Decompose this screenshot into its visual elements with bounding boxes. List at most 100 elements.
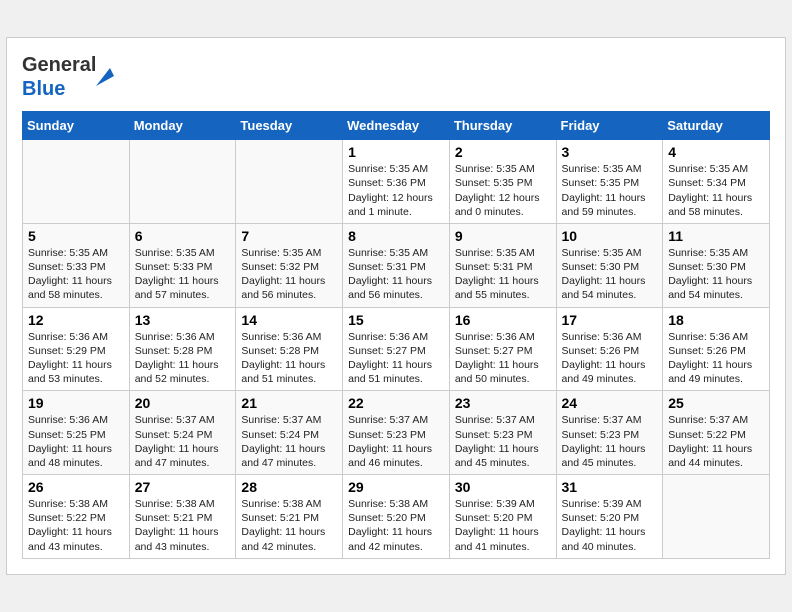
calendar-cell: 15Sunrise: 5:36 AM Sunset: 5:27 PM Dayli… (343, 307, 450, 391)
day-number: 6 (135, 228, 231, 244)
day-number: 12 (28, 312, 124, 328)
calendar-cell: 26Sunrise: 5:38 AM Sunset: 5:22 PM Dayli… (23, 475, 130, 559)
calendar-cell: 19Sunrise: 5:36 AM Sunset: 5:25 PM Dayli… (23, 391, 130, 475)
day-number: 17 (562, 312, 658, 328)
day-number: 31 (562, 479, 658, 495)
weekday-header-tuesday: Tuesday (236, 112, 343, 140)
day-info: Sunrise: 5:35 AM Sunset: 5:33 PM Dayligh… (135, 246, 231, 303)
day-number: 5 (28, 228, 124, 244)
day-number: 25 (668, 395, 764, 411)
day-info: Sunrise: 5:38 AM Sunset: 5:21 PM Dayligh… (241, 497, 337, 554)
day-info: Sunrise: 5:36 AM Sunset: 5:29 PM Dayligh… (28, 330, 124, 387)
calendar-cell (129, 140, 236, 224)
logo: GeneralBlue (22, 53, 114, 101)
day-info: Sunrise: 5:36 AM Sunset: 5:27 PM Dayligh… (455, 330, 551, 387)
weekday-header-wednesday: Wednesday (343, 112, 450, 140)
day-number: 24 (562, 395, 658, 411)
week-row-2: 12 Sunrise: 5:36 AM Sunset: 5:29 PM Dayli… (23, 307, 770, 391)
day-number: 19 (28, 395, 124, 411)
calendar-cell: 16 Sunrise: 5:36 AM Sunset: 5:27 PM Dayli… (449, 307, 556, 391)
day-number: 14 (241, 312, 337, 328)
day-info: Sunrise: 5:35 AM Sunset: 5:32 PM Dayligh… (241, 246, 337, 303)
calendar-cell: 21 Sunrise: 5:37 AM Sunset: 5:24 PM Dayli… (236, 391, 343, 475)
calendar-cell: 20 Sunrise: 5:37 AM Sunset: 5:24 PM Dayli… (129, 391, 236, 475)
day-info: Sunrise: 5:35 AM Sunset: 5:30 PM Dayligh… (668, 246, 764, 303)
week-row-3: 19Sunrise: 5:36 AM Sunset: 5:25 PM Dayli… (23, 391, 770, 475)
calendar-cell: 31 Sunrise: 5:39 AM Sunset: 5:20 PM Dayli… (556, 475, 663, 559)
day-info: Sunrise: 5:35 AM Sunset: 5:35 PM Dayligh… (562, 162, 658, 219)
calendar-cell: 2Sunrise: 5:35 AM Sunset: 5:35 PM Daylig… (449, 140, 556, 224)
day-info: Sunrise: 5:39 AM Sunset: 5:20 PM Dayligh… (562, 497, 658, 554)
calendar-cell: 6 Sunrise: 5:35 AM Sunset: 5:33 PM Daylig… (129, 223, 236, 307)
day-info: Sunrise: 5:38 AM Sunset: 5:22 PM Dayligh… (28, 497, 124, 554)
calendar-cell: 27Sunrise: 5:38 AM Sunset: 5:21 PM Dayli… (129, 475, 236, 559)
day-info: Sunrise: 5:37 AM Sunset: 5:24 PM Dayligh… (241, 413, 337, 470)
calendar-cell (236, 140, 343, 224)
day-number: 10 (562, 228, 658, 244)
day-number: 22 (348, 395, 444, 411)
calendar-cell: 12 Sunrise: 5:36 AM Sunset: 5:29 PM Dayli… (23, 307, 130, 391)
calendar-cell: 13 Sunrise: 5:36 AM Sunset: 5:28 PM Dayli… (129, 307, 236, 391)
day-number: 4 (668, 144, 764, 160)
day-info: Sunrise: 5:36 AM Sunset: 5:28 PM Dayligh… (241, 330, 337, 387)
day-info: Sunrise: 5:36 AM Sunset: 5:26 PM Dayligh… (562, 330, 658, 387)
day-info: Sunrise: 5:35 AM Sunset: 5:31 PM Dayligh… (348, 246, 444, 303)
day-info: Sunrise: 5:37 AM Sunset: 5:24 PM Dayligh… (135, 413, 231, 470)
day-number: 11 (668, 228, 764, 244)
calendar-cell: 4 Sunrise: 5:35 AM Sunset: 5:34 PM Daylig… (663, 140, 770, 224)
calendar-cell: 8 Sunrise: 5:35 AM Sunset: 5:31 PM Daylig… (343, 223, 450, 307)
calendar-cell: 5 Sunrise: 5:35 AM Sunset: 5:33 PM Daylig… (23, 223, 130, 307)
calendar-cell (663, 475, 770, 559)
day-info: Sunrise: 5:35 AM Sunset: 5:31 PM Dayligh… (455, 246, 551, 303)
calendar-cell (23, 140, 130, 224)
calendar-container: GeneralBlue SundayMondayTuesdayWednesday… (6, 37, 786, 574)
day-number: 3 (562, 144, 658, 160)
day-number: 21 (241, 395, 337, 411)
calendar-cell: 29 Sunrise: 5:38 AM Sunset: 5:20 PM Dayli… (343, 475, 450, 559)
day-info: Sunrise: 5:35 AM Sunset: 5:36 PM Dayligh… (348, 162, 444, 219)
calendar-cell: 24 Sunrise: 5:37 AM Sunset: 5:23 PM Dayli… (556, 391, 663, 475)
calendar-table: SundayMondayTuesdayWednesdayThursdayFrid… (22, 111, 770, 558)
day-info: Sunrise: 5:35 AM Sunset: 5:30 PM Dayligh… (562, 246, 658, 303)
day-number: 29 (348, 479, 444, 495)
calendar-header: GeneralBlue (22, 53, 770, 101)
day-info: Sunrise: 5:37 AM Sunset: 5:22 PM Dayligh… (668, 413, 764, 470)
day-number: 20 (135, 395, 231, 411)
weekday-header-row: SundayMondayTuesdayWednesdayThursdayFrid… (23, 112, 770, 140)
week-row-0: 1 Sunrise: 5:35 AM Sunset: 5:36 PM Daylig… (23, 140, 770, 224)
calendar-cell: 17 Sunrise: 5:36 AM Sunset: 5:26 PM Dayli… (556, 307, 663, 391)
logo-bird-icon (96, 68, 114, 86)
day-number: 8 (348, 228, 444, 244)
calendar-cell: 23Sunrise: 5:37 AM Sunset: 5:23 PM Dayli… (449, 391, 556, 475)
day-info: Sunrise: 5:35 AM Sunset: 5:33 PM Dayligh… (28, 246, 124, 303)
day-info: Sunrise: 5:35 AM Sunset: 5:34 PM Dayligh… (668, 162, 764, 219)
calendar-cell: 11 Sunrise: 5:35 AM Sunset: 5:30 PM Dayli… (663, 223, 770, 307)
day-info: Sunrise: 5:38 AM Sunset: 5:20 PM Dayligh… (348, 497, 444, 554)
calendar-cell: 25 Sunrise: 5:37 AM Sunset: 5:22 PM Dayli… (663, 391, 770, 475)
day-info: Sunrise: 5:39 AM Sunset: 5:20 PM Dayligh… (455, 497, 551, 554)
day-info: Sunrise: 5:38 AM Sunset: 5:21 PM Dayligh… (135, 497, 231, 554)
day-number: 28 (241, 479, 337, 495)
calendar-cell: 18Sunrise: 5:36 AM Sunset: 5:26 PM Dayli… (663, 307, 770, 391)
day-number: 7 (241, 228, 337, 244)
calendar-cell: 3 Sunrise: 5:35 AM Sunset: 5:35 PM Daylig… (556, 140, 663, 224)
calendar-cell: 10 Sunrise: 5:35 AM Sunset: 5:30 PM Dayli… (556, 223, 663, 307)
day-number: 1 (348, 144, 444, 160)
day-number: 18 (668, 312, 764, 328)
day-number: 16 (455, 312, 551, 328)
day-info: Sunrise: 5:37 AM Sunset: 5:23 PM Dayligh… (562, 413, 658, 470)
calendar-cell: 9 Sunrise: 5:35 AM Sunset: 5:31 PM Daylig… (449, 223, 556, 307)
day-number: 15 (348, 312, 444, 328)
day-info: Sunrise: 5:36 AM Sunset: 5:28 PM Dayligh… (135, 330, 231, 387)
day-number: 9 (455, 228, 551, 244)
weekday-header-sunday: Sunday (23, 112, 130, 140)
week-row-1: 5 Sunrise: 5:35 AM Sunset: 5:33 PM Daylig… (23, 223, 770, 307)
day-number: 30 (455, 479, 551, 495)
calendar-cell: 7 Sunrise: 5:35 AM Sunset: 5:32 PM Daylig… (236, 223, 343, 307)
day-info: Sunrise: 5:37 AM Sunset: 5:23 PM Dayligh… (348, 413, 444, 470)
day-number: 13 (135, 312, 231, 328)
calendar-cell: 14 Sunrise: 5:36 AM Sunset: 5:28 PM Dayli… (236, 307, 343, 391)
weekday-header-thursday: Thursday (449, 112, 556, 140)
calendar-cell: 30 Sunrise: 5:39 AM Sunset: 5:20 PM Dayli… (449, 475, 556, 559)
calendar-cell: 22 Sunrise: 5:37 AM Sunset: 5:23 PM Dayli… (343, 391, 450, 475)
